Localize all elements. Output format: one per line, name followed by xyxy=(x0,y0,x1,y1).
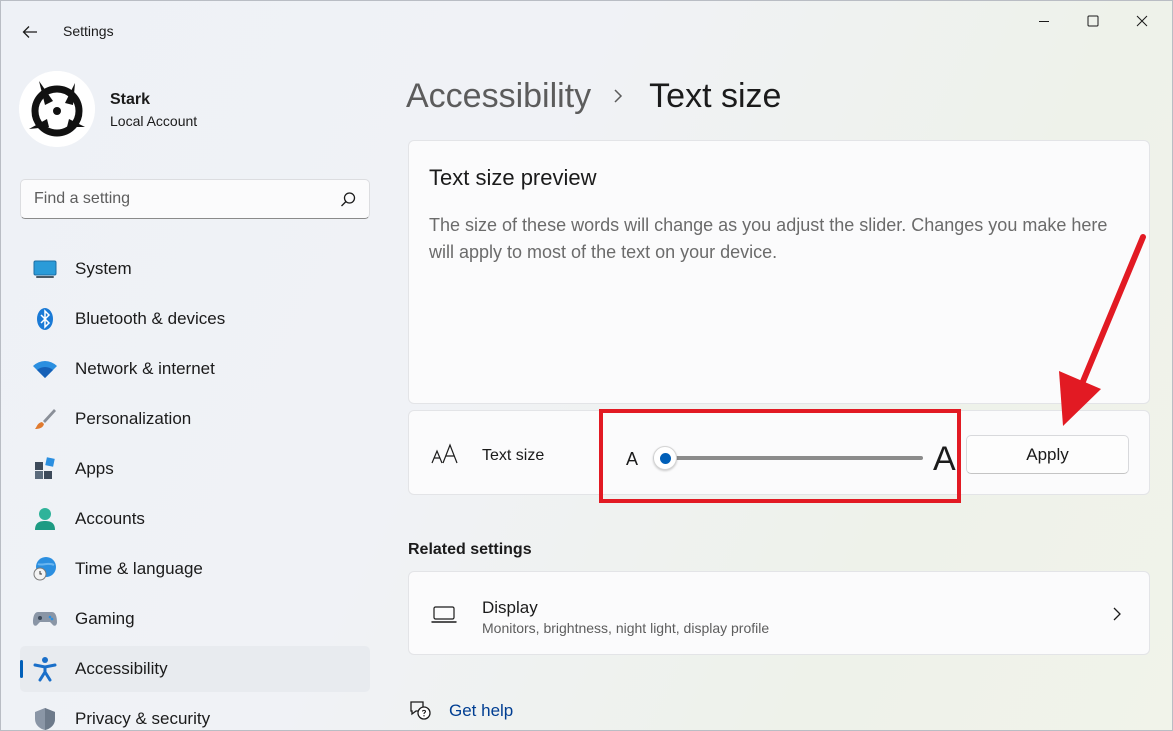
text-size-label: Text size xyxy=(482,447,545,464)
sidebar-item-accessibility[interactable]: Accessibility xyxy=(20,646,370,692)
user-name: Stark xyxy=(110,91,151,108)
chevron-right-icon xyxy=(613,89,627,103)
sidebar-item-label: System xyxy=(75,259,132,278)
paintbrush-icon xyxy=(32,407,58,431)
maximize-icon xyxy=(1087,15,1099,27)
search-icon[interactable] xyxy=(339,191,357,209)
search-box xyxy=(20,179,370,219)
globe-clock-icon xyxy=(32,557,58,581)
accessibility-icon xyxy=(32,657,58,682)
breadcrumb-parent[interactable]: Accessibility xyxy=(406,77,591,116)
annotation-highlight-box xyxy=(599,409,961,503)
help-icon xyxy=(408,698,432,727)
annotation-arrow-icon xyxy=(1059,234,1146,426)
display-settings-link[interactable]: Display Monitors, brightness, night ligh… xyxy=(408,571,1150,655)
back-button[interactable] xyxy=(15,19,45,45)
sidebar-item-label: Bluetooth & devices xyxy=(75,309,226,328)
breadcrumb: Accessibility Text size xyxy=(406,73,781,119)
avatar-logo-icon xyxy=(19,71,95,147)
sidebar-item-label: Accessibility xyxy=(75,659,168,678)
account-type: Local Account xyxy=(110,113,198,129)
display-subtitle: Monitors, brightness, night light, displ… xyxy=(482,620,770,636)
chevron-right-icon xyxy=(1112,606,1122,627)
bluetooth-icon xyxy=(32,307,58,331)
preview-title: Text size preview xyxy=(429,165,597,190)
sidebar-item-gaming[interactable]: Gaming xyxy=(20,596,370,642)
laptop-icon xyxy=(431,606,457,629)
gamepad-icon xyxy=(32,607,58,631)
apps-icon xyxy=(32,457,58,481)
font-size-icon xyxy=(431,443,459,470)
sidebar-nav: System Bluetooth & devices Network & int… xyxy=(20,246,370,730)
maximize-button[interactable] xyxy=(1070,7,1116,35)
minimize-icon xyxy=(1039,21,1049,22)
app-title: Settings xyxy=(63,23,114,39)
settings-window: Settings Stark Local Account Find a sett… xyxy=(0,0,1173,731)
shield-icon xyxy=(32,707,58,730)
preview-text: The size of these words will change as y… xyxy=(429,215,1108,262)
sidebar-item-personalization[interactable]: Personalization xyxy=(20,396,370,442)
close-button[interactable] xyxy=(1119,7,1165,35)
sidebar-item-label: Accounts xyxy=(75,509,145,528)
sidebar-item-bluetooth[interactable]: Bluetooth & devices xyxy=(20,296,370,342)
sidebar-item-label: Gaming xyxy=(75,609,135,628)
sidebar-item-label: Time & language xyxy=(75,559,203,578)
display-title: Display xyxy=(482,598,538,617)
wifi-icon xyxy=(32,357,58,381)
sidebar-item-time-language[interactable]: Time & language xyxy=(20,546,370,592)
avatar[interactable] xyxy=(19,71,95,147)
related-settings-heading: Related settings xyxy=(408,541,532,558)
sidebar-item-privacy-security[interactable]: Privacy & security xyxy=(20,696,370,730)
title-bar: Settings xyxy=(1,1,1172,61)
sidebar-item-label: Apps xyxy=(75,459,114,478)
get-help-link[interactable]: Get help xyxy=(449,701,513,721)
sidebar-item-network[interactable]: Network & internet xyxy=(20,346,370,392)
sidebar-item-apps[interactable]: Apps xyxy=(20,446,370,492)
sidebar-item-accounts[interactable]: Accounts xyxy=(20,496,370,542)
person-icon xyxy=(32,507,58,531)
minimize-button[interactable] xyxy=(1021,7,1067,35)
apply-button[interactable]: Apply xyxy=(966,435,1129,474)
sidebar-item-system[interactable]: System xyxy=(20,246,370,292)
sidebar-item-label: Network & internet xyxy=(75,359,215,378)
sidebar-item-label: Privacy & security xyxy=(75,709,211,728)
text-size-preview-card: Text size preview The size of these word… xyxy=(408,140,1150,404)
close-icon xyxy=(1136,15,1148,27)
page-title: Text size xyxy=(649,76,782,115)
search-input[interactable] xyxy=(34,188,324,210)
back-arrow-icon xyxy=(22,26,37,38)
system-icon xyxy=(32,257,58,281)
sidebar-item-label: Personalization xyxy=(75,409,192,428)
